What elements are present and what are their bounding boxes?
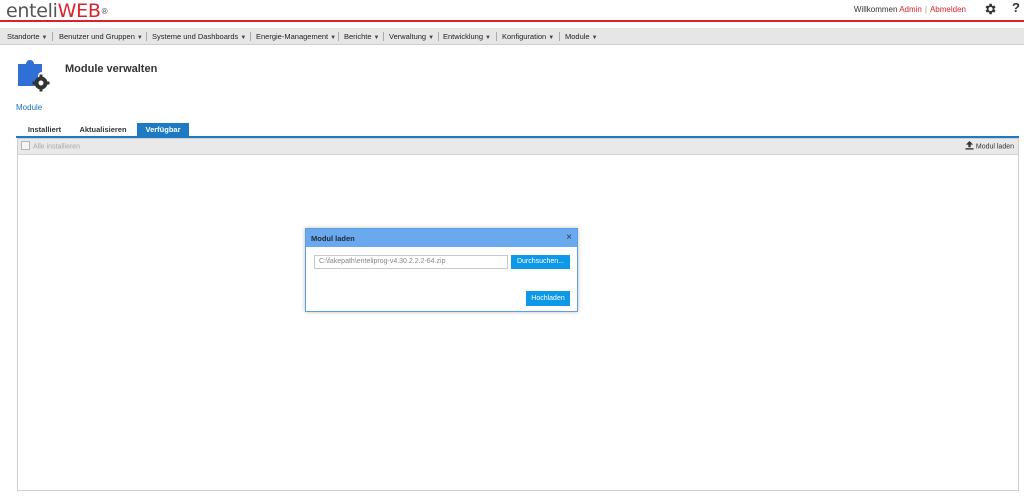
load-module-button[interactable]: Modul laden <box>965 141 1014 151</box>
load-module-dialog: Modul laden × C:\fakepath\enteliprog-v4.… <box>305 228 578 312</box>
install-all-label: Alle installieren <box>33 143 81 151</box>
puzzle-gear-icon <box>18 60 50 92</box>
menu-systeme[interactable]: Systeme und Dashboards ▼ <box>152 32 246 41</box>
chevron-down-icon: ▼ <box>240 35 247 41</box>
upload-icon <box>965 141 974 150</box>
welcome-area: Willkommen Admin | Abmelden <box>854 5 966 14</box>
dialog-title: Modul laden <box>311 234 355 243</box>
menu-label: Standorte <box>7 32 40 41</box>
chevron-down-icon: ▼ <box>373 35 380 41</box>
menu-divider <box>438 32 439 41</box>
chevron-down-icon: ▼ <box>330 35 337 41</box>
menu-berichte[interactable]: Berichte ▼ <box>344 32 379 41</box>
module-list-panel: Alle installieren Modul laden <box>17 138 1019 491</box>
top-header: enteliWEB® Willkommen Admin | Abmelden ? <box>0 0 1024 22</box>
tab-aktualisieren[interactable]: Aktualisieren <box>72 123 134 137</box>
close-icon[interactable]: × <box>566 232 572 243</box>
menu-konfiguration[interactable]: Konfiguration ▼ <box>502 32 554 41</box>
tab-verfuegbar[interactable]: Verfügbar <box>137 123 189 137</box>
settings-gear-icon[interactable] <box>983 2 997 16</box>
panel-toolbar: Alle installieren Modul laden <box>18 139 1018 155</box>
menu-module[interactable]: Module ▼ <box>565 32 598 41</box>
menu-entwicklung[interactable]: Entwicklung ▼ <box>443 32 491 41</box>
menu-label: Konfiguration <box>502 32 547 41</box>
menu-label: Verwaltung <box>389 32 427 41</box>
chevron-down-icon: ▼ <box>485 35 491 41</box>
welcome-text: Willkommen <box>853 5 898 14</box>
logo-part2: WEB <box>57 0 101 22</box>
menu-divider <box>338 32 339 41</box>
enteliweb-logo: enteliWEB® <box>6 0 109 22</box>
logout-link[interactable]: Abmelden <box>930 5 966 14</box>
chevron-down-icon: ▼ <box>591 35 598 41</box>
menu-divider <box>496 32 497 41</box>
chevron-down-icon: ▼ <box>428 35 435 41</box>
menu-divider <box>52 32 53 41</box>
page-title: Module verwalten <box>65 63 158 75</box>
menu-standorte[interactable]: Standorte ▼ <box>7 32 47 41</box>
install-all-button[interactable]: Alle installieren <box>21 141 81 151</box>
file-path-input[interactable]: C:\fakepath\enteliprog-v4.30.2.2.2-64.zi… <box>314 255 508 269</box>
menu-label: Module <box>565 32 590 41</box>
chevron-down-icon: ▼ <box>136 35 143 41</box>
install-icon <box>21 141 30 150</box>
logo-registered: ® <box>100 7 109 16</box>
menu-divider <box>559 32 560 41</box>
load-module-label: Modul laden <box>975 143 1014 151</box>
menu-benutzer[interactable]: Benutzer und Gruppen ▼ <box>59 32 143 41</box>
chevron-down-icon: ▼ <box>548 35 555 41</box>
main-menu-bar: Standorte ▼ Benutzer und Gruppen ▼ Systeme… <box>0 28 1024 45</box>
help-icon[interactable]: ? <box>1012 0 1020 16</box>
user-link[interactable]: Admin <box>899 5 922 14</box>
separator: | <box>924 5 927 14</box>
menu-divider <box>146 32 147 41</box>
menu-label: Systeme und Dashboards <box>152 32 239 41</box>
menu-label: Berichte <box>344 32 372 41</box>
menu-divider <box>383 32 384 41</box>
menu-label: Benutzer und Gruppen <box>59 32 135 41</box>
dialog-header: Modul laden × <box>306 229 577 247</box>
tab-installiert[interactable]: Installiert <box>19 123 70 137</box>
menu-energie[interactable]: Energie-Management ▼ <box>256 32 336 41</box>
breadcrumb-module[interactable]: Module <box>16 103 42 112</box>
menu-verwaltung[interactable]: Verwaltung ▼ <box>389 32 434 41</box>
browse-button[interactable]: Durchsuchen... <box>511 255 570 269</box>
menu-label: Entwicklung <box>443 32 484 41</box>
chevron-down-icon: ▼ <box>41 35 48 41</box>
menu-label: Energie-Management <box>256 32 329 41</box>
menu-divider <box>250 32 251 41</box>
logo-part1: enteli <box>6 0 58 22</box>
upload-button[interactable]: Hochladen <box>526 291 570 306</box>
